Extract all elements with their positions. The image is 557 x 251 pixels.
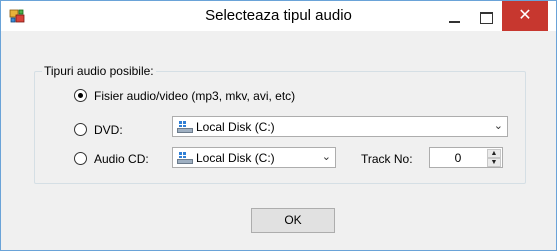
minimize-icon: [449, 21, 460, 23]
close-button[interactable]: ✕: [502, 1, 548, 31]
chevron-down-icon: ⌄: [321, 151, 331, 163]
radio-audio-cd-label[interactable]: Audio CD:: [94, 152, 149, 166]
track-label: Track No:: [361, 152, 413, 166]
radio-dvd[interactable]: [74, 123, 87, 136]
dialog-window: Selecteaza tipul audio ✕ Tipuri audio po…: [0, 0, 557, 251]
track-number-value: 0: [454, 151, 462, 165]
drive-icon: [177, 121, 193, 133]
radio-file-label[interactable]: Fisier audio/video (mp3, mkv, avi, etc): [94, 89, 295, 103]
maximize-button[interactable]: [470, 1, 502, 31]
minimize-button[interactable]: [438, 1, 470, 31]
drive-icon: [177, 152, 193, 164]
dvd-drive-value: Local Disk (C:): [196, 120, 275, 134]
spin-up-icon[interactable]: ▲: [487, 149, 501, 158]
spin-down-icon[interactable]: ▼: [487, 158, 501, 167]
track-number-stepper[interactable]: 0 ▲ ▼: [429, 147, 503, 168]
title-bar[interactable]: Selecteaza tipul audio ✕: [1, 1, 556, 31]
radio-dvd-label[interactable]: DVD:: [94, 123, 123, 137]
radio-file[interactable]: [74, 89, 87, 102]
close-icon: ✕: [518, 7, 532, 24]
app-icon: [9, 9, 25, 23]
ok-button[interactable]: OK: [251, 208, 335, 233]
cd-drive-select[interactable]: Local Disk (C:) ⌄: [172, 147, 336, 168]
cd-drive-value: Local Disk (C:): [196, 151, 275, 165]
radio-audio-cd[interactable]: [74, 152, 87, 165]
group-legend: Tipuri audio posibile:: [42, 64, 156, 78]
maximize-icon: [480, 12, 493, 24]
chevron-down-icon: ⌄: [493, 120, 503, 132]
dvd-drive-select[interactable]: Local Disk (C:) ⌄: [172, 116, 508, 137]
